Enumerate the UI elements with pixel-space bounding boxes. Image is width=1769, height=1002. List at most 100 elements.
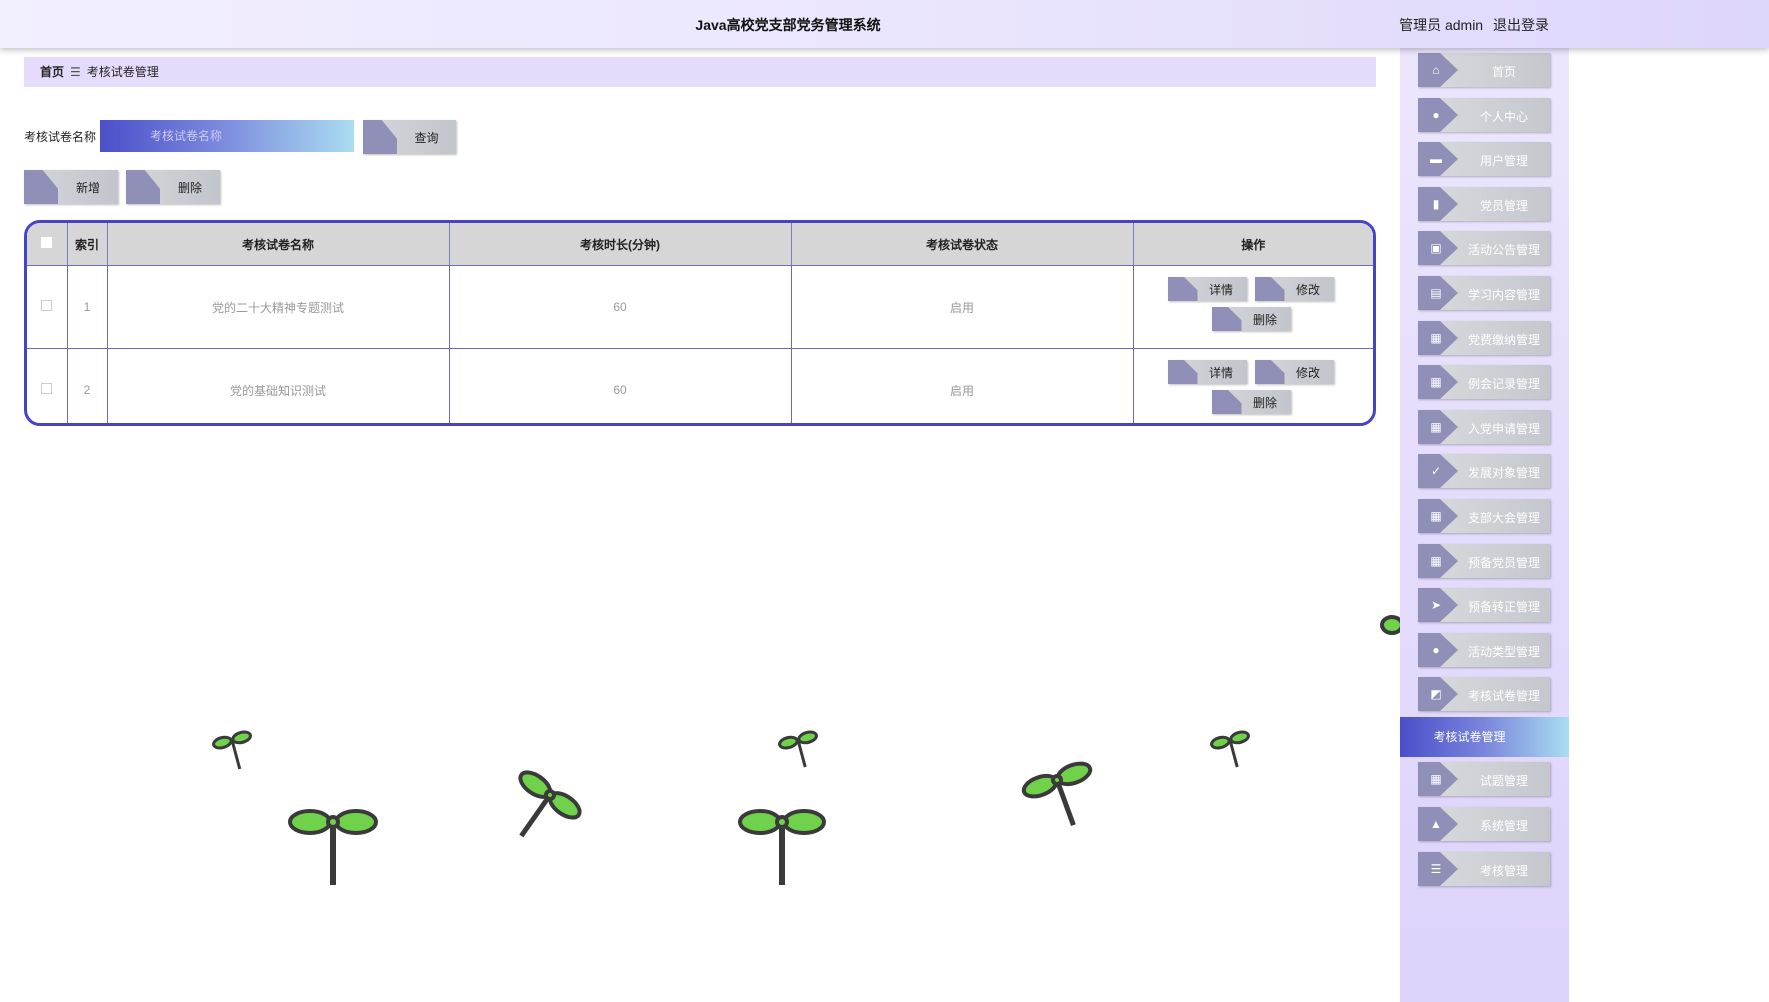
add-button-label: 新增 bbox=[75, 180, 100, 195]
query-button[interactable]: 查询 bbox=[363, 120, 456, 154]
sprout-icon bbox=[738, 809, 826, 885]
delete-button-label: 删除 bbox=[1252, 312, 1277, 327]
sidebar-item-label: 活动类型管理 bbox=[1467, 645, 1540, 659]
sidebar-item-development-target[interactable]: ✓ 发展对象管理 bbox=[1418, 454, 1550, 488]
app-title: Java高校党支部党务管理系统 bbox=[695, 17, 881, 33]
sidebar-item-activity-type[interactable]: ● 活动类型管理 bbox=[1418, 633, 1550, 667]
select-all-cell[interactable] bbox=[27, 223, 68, 266]
sidebar-item-user-management[interactable]: ▬ 用户管理 bbox=[1418, 142, 1550, 176]
row-name: 党的基础知识测试 bbox=[107, 348, 450, 423]
sidebar-item-label: 党员管理 bbox=[1479, 199, 1528, 213]
sidebar-item-activity-notice[interactable]: ▣ 活动公告管理 bbox=[1418, 231, 1550, 265]
user-icon: ● bbox=[1432, 643, 1440, 657]
sidebar-item-label: 预备党员管理 bbox=[1467, 556, 1540, 570]
sidebar-item-study-content[interactable]: ▤ 学习内容管理 bbox=[1418, 276, 1550, 310]
column-header-status: 考核试卷状态 bbox=[791, 223, 1134, 266]
edit-button[interactable]: 修改 bbox=[1254, 277, 1334, 301]
top-bar: Java高校党支部党务管理系统 管理员 admin 退出登录 bbox=[0, 0, 1769, 48]
sprout-icon bbox=[288, 809, 378, 885]
decorative-sprouts-illustration bbox=[212, 615, 1400, 885]
user-icon: ● bbox=[1432, 108, 1440, 122]
grid-icon: ▦ bbox=[1430, 554, 1442, 568]
sidebar-item-home[interactable]: ⌂ 首页 bbox=[1418, 53, 1550, 87]
sidebar-item-label: 支部大会管理 bbox=[1467, 511, 1540, 525]
sidebar-item-probationary-member[interactable]: ▦ 预备党员管理 bbox=[1418, 544, 1550, 578]
sidebar-item-label: 用户管理 bbox=[1479, 154, 1528, 168]
grid-icon: ▦ bbox=[1430, 772, 1442, 786]
delete-button[interactable]: 删除 bbox=[1211, 307, 1291, 331]
sidebar-item-meeting-records[interactable]: ▦ 例会记录管理 bbox=[1418, 365, 1550, 399]
row-index: 2 bbox=[67, 348, 108, 423]
row-checkbox[interactable] bbox=[41, 383, 53, 394]
search-label: 考核试卷名称 bbox=[24, 130, 97, 144]
sprout-icon bbox=[1210, 730, 1250, 768]
sidebar-item-label: 学习内容管理 bbox=[1467, 288, 1540, 302]
search-input[interactable] bbox=[100, 120, 354, 152]
column-header-name: 考核试卷名称 bbox=[107, 223, 450, 266]
user-label: 管理员 admin bbox=[1399, 17, 1484, 33]
table-row: 2 党的基础知识测试 60 启用 详情 修改 删除 bbox=[27, 348, 1373, 424]
sidebar-item-application[interactable]: ▦ 入党申请管理 bbox=[1418, 410, 1550, 444]
detail-button[interactable]: 详情 bbox=[1167, 360, 1247, 384]
row-status: 启用 bbox=[791, 265, 1134, 349]
sidebar-item-label: 考核试卷管理 bbox=[1467, 689, 1540, 703]
sidebar-item-label: 系统管理 bbox=[1479, 819, 1528, 833]
sidebar-item-label: 党费缴纳管理 bbox=[1467, 333, 1540, 347]
table-header-row: 索引 考核试卷名称 考核时长(分钟) 考核试卷状态 操作 bbox=[27, 223, 1373, 266]
list-icon: ☰ bbox=[1430, 862, 1442, 876]
detail-button-label: 详情 bbox=[1208, 365, 1233, 380]
column-header-duration: 考核时长(分钟) bbox=[449, 223, 792, 266]
sidebar-item-label: 预备转正管理 bbox=[1467, 600, 1540, 614]
column-header-actions: 操作 bbox=[1133, 223, 1373, 266]
sidebar-submenu-exam-paper-active[interactable]: 考核试卷管理 bbox=[1400, 717, 1569, 757]
batch-delete-button-label: 删除 bbox=[177, 180, 202, 195]
sidebar-item-label: 试题管理 bbox=[1479, 774, 1528, 788]
sidebar-item-member-management[interactable]: ▮ 党员管理 bbox=[1418, 187, 1550, 221]
sidebar-item-personal-center[interactable]: ● 个人中心 bbox=[1418, 98, 1550, 132]
detail-button[interactable]: 详情 bbox=[1167, 277, 1247, 301]
batch-delete-button[interactable]: 删除 bbox=[126, 170, 220, 204]
row-duration: 60 bbox=[449, 265, 792, 349]
row-select-cell[interactable] bbox=[27, 348, 68, 423]
breadcrumb-current: 考核试卷管理 bbox=[86, 65, 159, 79]
row-checkbox[interactable] bbox=[41, 300, 53, 311]
grid-icon: ▦ bbox=[1430, 331, 1442, 345]
row-actions: 详情 修改 删除 bbox=[1133, 349, 1373, 424]
row-index: 1 bbox=[67, 265, 108, 349]
detail-button-label: 详情 bbox=[1208, 282, 1233, 297]
sidebar-item-full-membership[interactable]: ➤ 预备转正管理 bbox=[1418, 588, 1550, 622]
grid-icon: ▦ bbox=[1430, 420, 1442, 434]
sidebar-item-question-management[interactable]: ▦ 试题管理 bbox=[1418, 762, 1550, 796]
edit-button-label: 修改 bbox=[1295, 365, 1320, 380]
select-all-checkbox[interactable] bbox=[41, 237, 53, 248]
sidebar-item-exam-paper[interactable]: ◩ 考核试卷管理 bbox=[1418, 677, 1550, 711]
sidebar-item-system-management[interactable]: ▲ 系统管理 bbox=[1418, 807, 1550, 841]
book-icon: ▮ bbox=[1432, 197, 1440, 211]
sidebar-item-branch-meeting[interactable]: ▦ 支部大会管理 bbox=[1418, 499, 1550, 533]
clipboard-check-icon: ✓ bbox=[1430, 464, 1442, 478]
sidebar-item-label: 考核管理 bbox=[1479, 864, 1528, 878]
clipboard-x-icon: ▣ bbox=[1430, 241, 1442, 255]
send-icon: ➤ bbox=[1430, 598, 1442, 612]
sidebar-item-label: 活动公告管理 bbox=[1467, 243, 1540, 257]
sidebar-item-label: 发展对象管理 bbox=[1467, 466, 1540, 480]
sprout-leaf-icon bbox=[1380, 615, 1400, 635]
sidebar-item-label: 首页 bbox=[1491, 65, 1516, 79]
edit-button[interactable]: 修改 bbox=[1254, 360, 1334, 384]
monitor-icon: ▬ bbox=[1430, 152, 1442, 166]
logout-link[interactable]: 退出登录 bbox=[1493, 17, 1549, 33]
grid-icon: ▦ bbox=[1430, 509, 1442, 523]
query-button-label: 查询 bbox=[414, 130, 439, 145]
add-button[interactable]: 新增 bbox=[24, 170, 118, 204]
clipboard-icon: ▤ bbox=[1430, 286, 1442, 300]
edit-button-label: 修改 bbox=[1295, 282, 1320, 297]
sidebar-item-exam-management[interactable]: ☰ 考核管理 bbox=[1418, 852, 1550, 886]
row-select-cell[interactable] bbox=[27, 265, 68, 349]
breadcrumb-home[interactable]: 首页 bbox=[40, 65, 64, 79]
sprout-icon bbox=[778, 730, 818, 768]
data-table: 索引 考核试卷名称 考核时长(分钟) 考核试卷状态 操作 1 党的二十大精神专题… bbox=[24, 220, 1376, 426]
delete-button[interactable]: 删除 bbox=[1211, 390, 1291, 414]
sidebar-item-dues-payment[interactable]: ▦ 党费缴纳管理 bbox=[1418, 321, 1550, 355]
home-icon: ⌂ bbox=[1432, 63, 1440, 77]
breadcrumb: 首页 ☰ 考核试卷管理 bbox=[24, 57, 1376, 87]
